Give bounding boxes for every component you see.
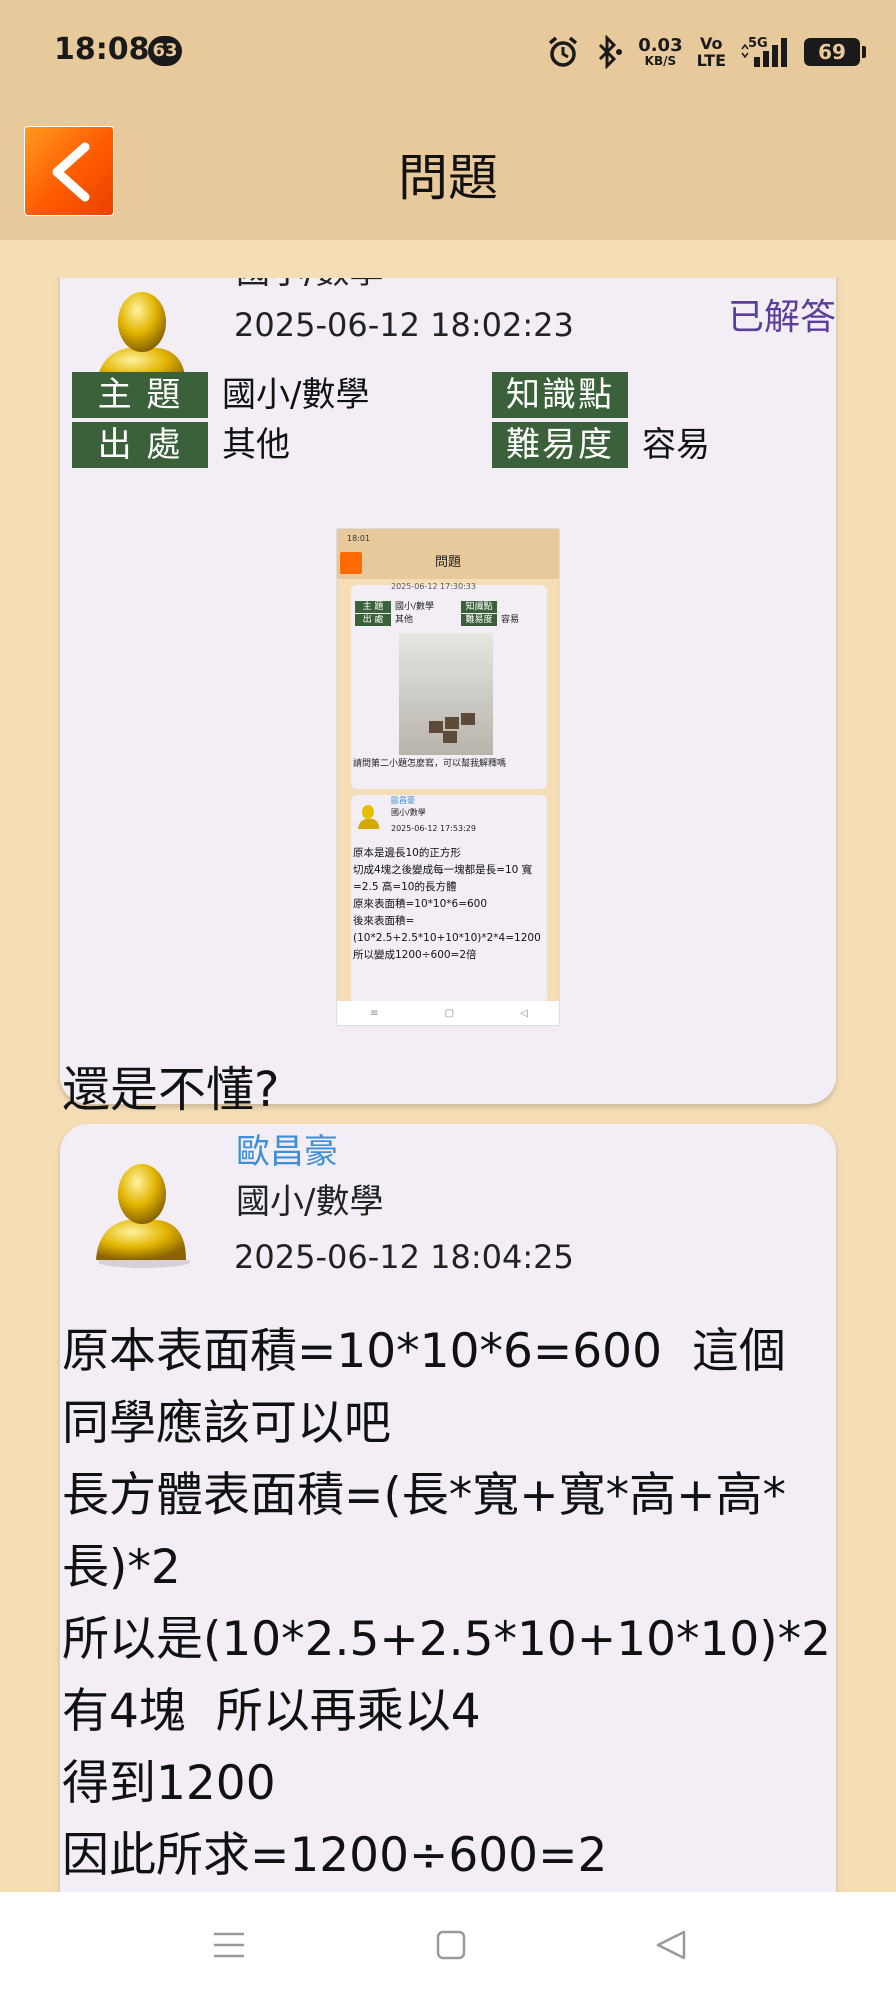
page-title: 問題	[398, 149, 498, 207]
menu-icon[interactable]	[212, 1928, 246, 1962]
answerer-name[interactable]: 歐昌豪	[236, 1124, 338, 1173]
thumb-answer-topic: 國小/數學	[391, 808, 426, 817]
thumb-title-bar: 問題	[337, 549, 559, 579]
bluetooth-icon	[599, 35, 623, 69]
thumb-q-date: 2025-06-12 17:30:33	[391, 582, 476, 591]
svg-text:5G: 5G	[748, 36, 768, 51]
subject-value: 國小/數學	[222, 375, 370, 415]
status-bar: 18:08 63 0.03 KB/S Vo LTE 5G 69	[0, 0, 896, 100]
system-nav-bar	[0, 1892, 896, 2000]
info-row-1: 主 題 國小/數學 知識點	[72, 372, 832, 422]
avatar-icon	[96, 1164, 190, 1268]
answer-card: 歐昌豪 國小/數學 2025-06-12 18:04:25 原本表面積=10*1…	[60, 1124, 836, 1892]
answer-date: 2025-06-12 18:04:25	[234, 1238, 574, 1276]
thumb-answer-card: 歐昌豪 國小/數學 2025-06-12 17:53:29 原本是邊長10的正方…	[351, 795, 547, 1003]
answer-topic: 國小/數學	[236, 1182, 384, 1222]
thumb-source-label: 出 處	[355, 614, 391, 626]
speed-unit: KB/S	[644, 54, 677, 68]
subject-label: 主 題	[72, 372, 208, 418]
network-speed: 0.03 KB/S	[638, 35, 683, 68]
question-topic: 國小/數學	[236, 278, 383, 293]
back-triangle-icon[interactable]	[654, 1928, 688, 1962]
thumb-difficulty-label: 難易度	[461, 614, 497, 626]
signal-icon: 5G	[741, 36, 787, 67]
volte-indicator: Vo LTE	[697, 35, 726, 69]
thumb-subject-label: 主 題	[355, 601, 391, 613]
notification-badge: 63	[148, 36, 182, 66]
volte-top: Vo	[700, 34, 723, 53]
question-info: 主 題 國小/數學 知識點 出 處 其他 難易度 容易	[72, 372, 832, 472]
title-bar: 問題	[0, 100, 896, 240]
thumb-answer-text: 原本是邊長10的正方形 切成4塊之後變成每一塊都是長=10 寬=2.5 高=10…	[353, 847, 541, 961]
thumb-knowledge-label: 知識點	[461, 601, 497, 613]
thumb-block	[461, 713, 475, 725]
thumb-home-icon: ▢	[444, 1007, 455, 1019]
thumb-source-value: 其他	[395, 615, 414, 625]
thumb-difficulty-value: 容易	[501, 615, 520, 625]
battery-icon: 69	[804, 38, 866, 66]
thumb-question-card: 2025-06-12 17:30:33 主 題 國小/數學 知識點 出 處 其他…	[351, 582, 547, 789]
info-row-2: 出 處 其他 難易度 容易	[72, 422, 832, 472]
thumb-avatar-icon	[358, 805, 379, 829]
thumb-answer-name: 歐昌豪	[391, 796, 415, 805]
question-card: 國小/數學 2025-06-12 18:02:23 已解答 主 題 國小/數學 …	[60, 278, 836, 1118]
thumb-nav-bar: ≡ ▢ ◁	[337, 1001, 559, 1025]
thumb-block	[445, 717, 459, 729]
status-icons: 0.03 KB/S Vo LTE 5G 69	[546, 30, 866, 74]
status-time: 18:08	[54, 32, 150, 67]
answer-body: 原本表面積=10*10*6=600 這個同學應該可以吧 長方體表面積=(長*寬+…	[62, 1324, 832, 1883]
thumb-question-text: 請問第二小題怎麼寫，可以幫我解釋嗎	[353, 759, 507, 769]
thumb-status-time: 18:01	[337, 529, 559, 549]
thumb-back-icon	[340, 552, 362, 574]
content-scroll[interactable]: 國小/數學 2025-06-12 18:02:23 已解答 主 題 國小/數學 …	[0, 278, 896, 1892]
thumb-block	[429, 721, 443, 733]
thumb-block	[443, 731, 457, 743]
thumb-menu-icon: ≡	[370, 1007, 379, 1019]
thumb-photo	[399, 633, 493, 755]
question-date: 2025-06-12 18:02:23	[234, 306, 574, 344]
difficulty-value: 容易	[642, 425, 710, 465]
alarm-icon	[549, 36, 578, 67]
source-value: 其他	[222, 425, 290, 465]
followup-text: 還是不懂?	[62, 1062, 280, 1118]
attached-screenshot[interactable]: 18:01 問題 2025-06-12 17:30:33 主 題 國小/數學 知…	[336, 528, 560, 1026]
status-badge: 已解答	[727, 297, 836, 338]
knowledge-label: 知識點	[492, 372, 628, 418]
thumb-back-triangle-icon: ◁	[520, 1007, 528, 1019]
thumb-title: 問題	[434, 555, 461, 570]
speed-value: 0.03	[638, 35, 683, 56]
difficulty-label: 難易度	[492, 422, 628, 468]
home-icon[interactable]	[434, 1928, 468, 1962]
thumb-answer-date: 2025-06-12 17:53:29	[391, 824, 476, 833]
thumb-subject-value: 國小/數學	[395, 602, 435, 612]
volte-bottom: LTE	[696, 51, 726, 70]
source-label: 出 處	[72, 422, 208, 468]
